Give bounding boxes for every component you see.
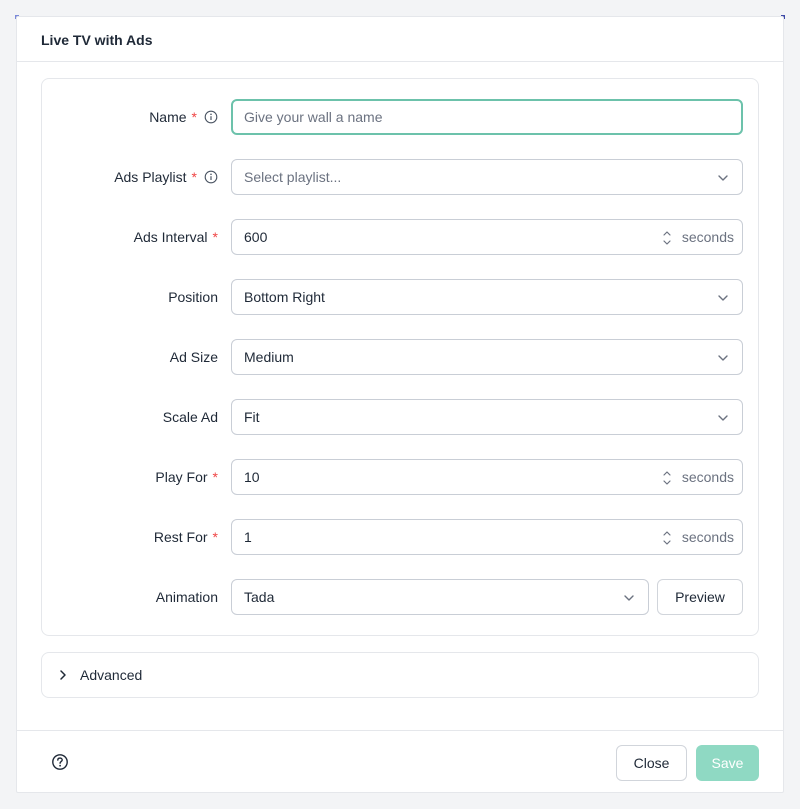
stepper-arrows-icon[interactable] bbox=[662, 468, 672, 488]
position-row: Position Bottom Right bbox=[42, 279, 758, 315]
chevron-down-icon bbox=[622, 591, 636, 605]
position-select[interactable]: Bottom Right bbox=[231, 279, 743, 315]
animation-row: Animation Tada Preview bbox=[42, 579, 758, 615]
name-input[interactable] bbox=[244, 109, 730, 125]
animation-select[interactable]: Tada bbox=[231, 579, 649, 615]
stepper-arrows-icon[interactable] bbox=[662, 528, 672, 548]
animation-label: Animation bbox=[155, 589, 218, 605]
ads-interval-row: Ads Interval * 600 seconds bbox=[42, 219, 758, 255]
modal-header: Live TV with Ads bbox=[17, 17, 783, 62]
ads-playlist-select[interactable]: Select playlist... bbox=[231, 159, 743, 195]
ads-interval-label: Ads Interval * bbox=[133, 229, 218, 245]
ad-size-row: Ad Size Medium bbox=[42, 339, 758, 375]
required-marker: * bbox=[212, 529, 218, 545]
unit-label: seconds bbox=[681, 469, 734, 485]
name-label: Name * bbox=[149, 99, 218, 135]
chevron-down-icon bbox=[716, 171, 730, 185]
info-icon[interactable] bbox=[204, 170, 218, 184]
advanced-label: Advanced bbox=[80, 667, 143, 683]
unit-label: seconds bbox=[681, 529, 734, 545]
rest-for-label: Rest For * bbox=[153, 529, 218, 545]
chevron-right-icon bbox=[56, 668, 70, 682]
save-button[interactable]: Save bbox=[696, 745, 759, 781]
info-icon[interactable] bbox=[204, 110, 218, 124]
chevron-down-icon bbox=[716, 351, 730, 365]
name-field-wrapper bbox=[231, 99, 743, 135]
scale-ad-label: Scale Ad bbox=[162, 409, 218, 425]
ads-playlist-row: Ads Playlist * Select playlist... bbox=[42, 159, 758, 195]
play-for-input[interactable]: 10 seconds bbox=[231, 459, 743, 495]
question-circle-icon[interactable] bbox=[51, 753, 69, 771]
unit-label: seconds bbox=[681, 229, 734, 245]
play-for-row: Play For * 10 seconds bbox=[42, 459, 758, 495]
preview-button[interactable]: Preview bbox=[657, 579, 743, 615]
required-marker: * bbox=[191, 169, 197, 185]
ads-interval-input[interactable]: 600 seconds bbox=[231, 219, 743, 255]
required-marker: * bbox=[212, 229, 218, 245]
name-row: Name * bbox=[42, 99, 758, 135]
scale-ad-row: Scale Ad Fit bbox=[42, 399, 758, 435]
modal-title: Live TV with Ads bbox=[41, 32, 153, 48]
settings-card: Name * Ads Playlist * Select playlist... bbox=[41, 78, 759, 636]
chevron-down-icon bbox=[716, 291, 730, 305]
advanced-section-toggle[interactable]: Advanced bbox=[41, 652, 759, 698]
rest-for-input[interactable]: 1 seconds bbox=[231, 519, 743, 555]
ads-playlist-label: Ads Playlist * bbox=[114, 159, 218, 195]
position-label: Position bbox=[168, 289, 218, 305]
required-marker: * bbox=[191, 109, 197, 125]
play-for-label: Play For * bbox=[155, 469, 218, 485]
stepper-arrows-icon[interactable] bbox=[662, 228, 672, 248]
modal-dialog: Live TV with Ads Name * Ads Playlist * bbox=[16, 16, 784, 793]
close-button[interactable]: Close bbox=[616, 745, 687, 781]
required-marker: * bbox=[212, 469, 218, 485]
chevron-down-icon bbox=[716, 411, 730, 425]
ad-size-label: Ad Size bbox=[169, 349, 218, 365]
modal-footer: Close Save bbox=[17, 730, 783, 792]
ad-size-select[interactable]: Medium bbox=[231, 339, 743, 375]
rest-for-row: Rest For * 1 seconds bbox=[42, 519, 758, 555]
scale-ad-select[interactable]: Fit bbox=[231, 399, 743, 435]
